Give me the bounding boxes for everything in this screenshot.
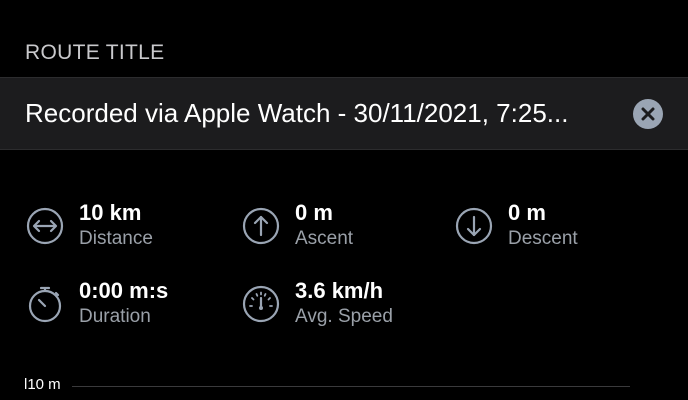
clear-title-button[interactable] (633, 99, 663, 129)
route-title-input[interactable]: Recorded via Apple Watch - 30/11/2021, 7… (25, 98, 605, 129)
stat-avg-speed: 3.6 km/h Avg. Speed (241, 278, 393, 329)
elevation-axis-label: l10 m (24, 376, 61, 393)
avg-speed-label: Avg. Speed (295, 306, 393, 327)
descent-value: 0 m (508, 200, 546, 225)
arrow-down-circle-icon (454, 206, 494, 246)
stat-descent: 0 m Descent (454, 200, 578, 251)
duration-label: Duration (79, 306, 151, 327)
close-icon (641, 107, 655, 121)
stat-distance: 10 km Distance (25, 200, 153, 251)
distance-value: 10 km (79, 200, 142, 225)
elevation-gridline (72, 386, 630, 387)
stat-ascent: 0 m Ascent (241, 200, 353, 251)
ascent-value: 0 m (295, 200, 333, 225)
stat-duration: 0:00 m:s Duration (25, 278, 168, 329)
stopwatch-icon (25, 284, 65, 324)
distance-label: Distance (79, 228, 153, 249)
arrow-up-circle-icon (241, 206, 281, 246)
avg-speed-value: 3.6 km/h (295, 278, 384, 303)
duration-value: 0:00 m:s (79, 278, 169, 303)
route-title-label: ROUTE TITLE (25, 41, 165, 64)
ascent-label: Ascent (295, 228, 354, 249)
route-title-field[interactable]: Recorded via Apple Watch - 30/11/2021, 7… (0, 77, 688, 150)
distance-arrows-icon (25, 206, 65, 246)
descent-label: Descent (508, 228, 578, 249)
speedometer-icon (241, 284, 281, 324)
